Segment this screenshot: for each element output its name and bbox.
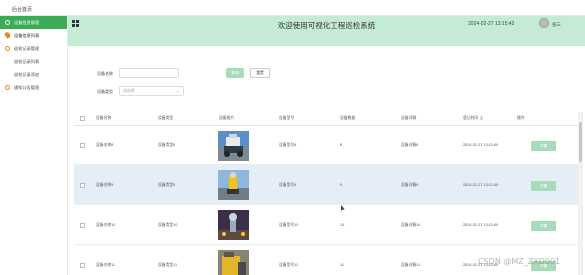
device-image [218, 131, 249, 161]
chevron-down-icon: ⌄ [175, 88, 180, 94]
cell-time: 2024-02-27 13:12:40 [463, 143, 499, 147]
device-image [218, 170, 249, 200]
sidebar-item-device-management[interactable]: 设备信息管理 [0, 16, 67, 29]
column-header-sortable[interactable]: 登记时间 [463, 116, 484, 121]
device-type-label: 设备类型 [97, 89, 113, 94]
device-image [218, 210, 249, 240]
cell-time: 2024-02-27 13:12:40 [463, 183, 499, 187]
device-image [218, 250, 249, 275]
sidebar-item-inspection-add[interactable]: 巡检记录添加 [0, 68, 67, 81]
watermark: CSDN @MZ_ZXD001 [478, 257, 561, 266]
column-header[interactable]: 设备详情 [401, 116, 416, 121]
detail-button[interactable]: 详情 [531, 141, 556, 151]
column-header[interactable]: 设备图片 [219, 116, 234, 121]
table-header: 设备名称 设备类型 设备图片 设备型号 设备数量 设备详情 登记时间 操作 [74, 112, 579, 126]
device-type-select[interactable]: 请选择 ⌄ [119, 86, 184, 96]
row-checkbox[interactable] [80, 223, 85, 228]
search-button[interactable]: 查询 [226, 68, 244, 78]
cell-detail: 设备详情8 [401, 143, 419, 147]
datetime: 2024-02-27 13:15:42 [468, 21, 515, 27]
cell-type: 设备类型10 [158, 223, 178, 227]
cell-quantity: 9 [340, 183, 343, 187]
detail-button[interactable]: 详情 [531, 221, 556, 231]
cell-quantity: 8 [340, 143, 343, 147]
row-checkbox[interactable] [80, 183, 85, 188]
cell-detail: 设备详情9 [401, 183, 419, 187]
cell-type: 设备类型11 [158, 263, 178, 267]
table-row[interactable]: 设备名称8 设备类型8 设备型号8 8 设备详情8 2024-02-27 13:… [74, 126, 579, 165]
device-name-input[interactable] [119, 68, 179, 78]
cell-model: 设备型号9 [279, 183, 297, 187]
detail-button[interactable]: 详情 [531, 181, 556, 191]
device-name-label: 设备名称 [97, 71, 113, 76]
sidebar-item-inspection-list[interactable]: 巡检记录列表 [0, 55, 67, 68]
location-pin-icon [3, 31, 12, 39]
table-row[interactable]: 设备名称10 设备类型10 设备型号10 10 设备详情10 2024-02-2… [74, 205, 579, 245]
column-header[interactable]: 设备型号 [279, 116, 294, 121]
column-header-label: 登记时间 [463, 116, 479, 120]
avatar[interactable] [539, 18, 549, 28]
cell-type: 设备类型8 [158, 143, 176, 147]
cell-detail: 设备详情10 [401, 223, 421, 227]
sidebar-item-device-list[interactable]: 设备信息列表 [0, 29, 67, 42]
table-row[interactable]: 设备名称9 设备类型9 设备型号9 9 设备详情9 2024-02-27 13:… [74, 165, 579, 205]
sidebar-item-label: 巡检记录管理 [14, 46, 40, 51]
circle-icon [5, 46, 10, 51]
circle-icon [5, 85, 10, 90]
sidebar-item-label: 巡检记录列表 [14, 59, 40, 64]
sort-icon[interactable] [480, 116, 484, 120]
header: 欢迎使用可视化工程巡检系统 2024-02-27 13:15:42 张三 [68, 16, 585, 46]
row-checkbox[interactable] [80, 263, 85, 268]
cell-model: 设备型号10 [279, 223, 299, 227]
column-header[interactable]: 设备类型 [158, 116, 173, 121]
sidebar-item-inspection-management[interactable]: 巡检记录管理 [0, 42, 67, 55]
sidebar-item-label: 通知公告管理 [14, 85, 40, 90]
column-header[interactable]: 设备名称 [96, 116, 111, 121]
sidebar-item-notice-management[interactable]: 通知公告管理 [0, 81, 67, 94]
sidebar: 设备信息管理 设备信息列表 巡检记录管理 巡检记录列表 巡检记录添加 通知公告管… [0, 16, 68, 275]
cell-quantity: 11 [340, 263, 344, 267]
cell-name: 设备名称11 [96, 263, 116, 267]
circle-icon [5, 20, 10, 25]
username[interactable]: 张三 [552, 22, 561, 28]
reset-button[interactable]: 重置 [250, 68, 270, 78]
cell-name: 设备名称9 [96, 183, 114, 187]
device-type-placeholder: 请选择 [123, 89, 135, 93]
cell-name: 设备名称8 [96, 143, 114, 147]
column-header[interactable]: 设备数量 [340, 116, 355, 121]
sidebar-item-label: 巡检记录添加 [14, 72, 40, 77]
cell-model: 设备型号11 [279, 263, 299, 267]
cell-model: 设备型号8 [279, 143, 297, 147]
cell-name: 设备名称10 [96, 223, 116, 227]
sidebar-item-label: 设备信息管理 [14, 20, 40, 25]
scrollbar-thumb[interactable] [579, 122, 582, 162]
top-strip: 后台首页 [0, 0, 585, 16]
row-checkbox[interactable] [80, 143, 85, 148]
cell-quantity: 10 [340, 223, 345, 227]
cell-detail: 设备详情11 [401, 263, 421, 267]
select-all-checkbox[interactable] [80, 116, 85, 121]
column-header: 操作 [517, 116, 525, 120]
cell-time: 2024-02-27 13:12:40 [463, 223, 499, 227]
home-link[interactable]: 后台首页 [12, 6, 32, 13]
scrollbar[interactable] [578, 112, 583, 275]
cell-type: 设备类型9 [158, 183, 176, 187]
sidebar-item-label: 设备信息列表 [14, 33, 40, 38]
